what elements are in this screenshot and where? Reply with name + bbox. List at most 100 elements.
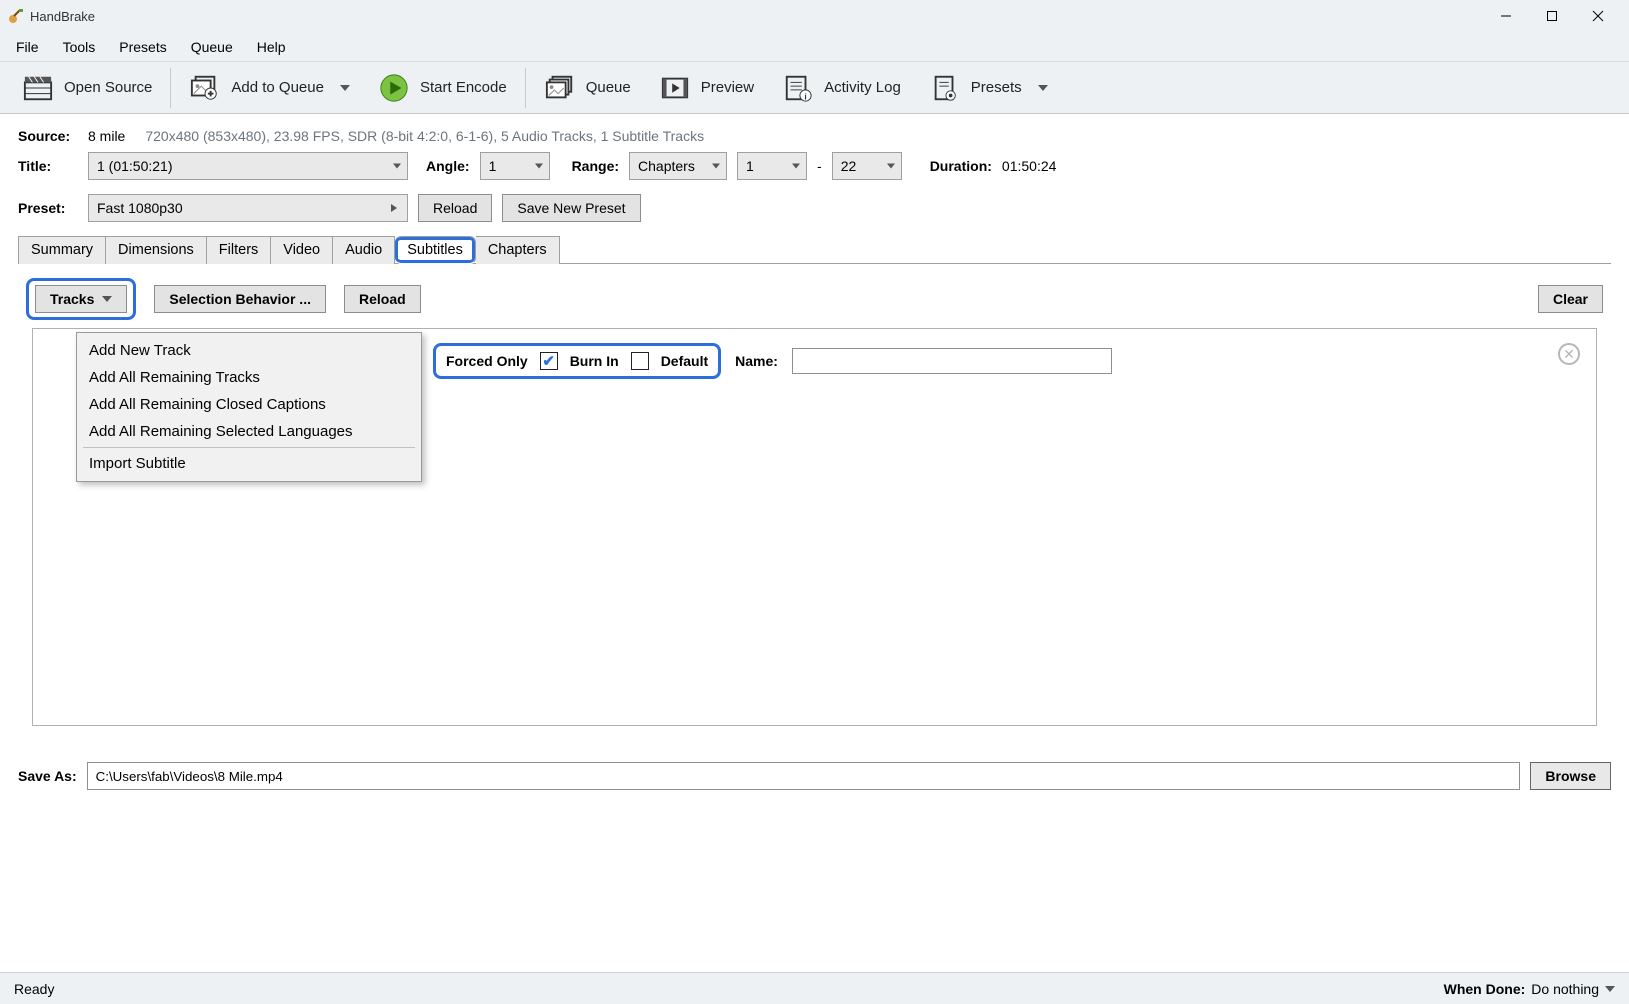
preset-value: Fast 1080p30 [97,200,183,216]
menu-separator [83,447,415,448]
reload-preset-button[interactable]: Reload [418,194,492,222]
selection-behavior-button[interactable]: Selection Behavior ... [154,285,326,313]
queue-label: Queue [586,79,631,96]
save-as-row: Save As: Browse [0,752,1629,800]
angle-select[interactable]: 1 [480,152,550,180]
chevron-down-icon [712,164,720,169]
activity-log-button[interactable]: i Activity Log [768,65,915,111]
source-name: 8 mile [88,128,125,144]
minimize-button[interactable] [1483,0,1529,32]
menu-queue[interactable]: Queue [179,35,245,59]
presets-button[interactable]: Presets [915,65,1062,111]
range-type-select[interactable]: Chapters [629,152,727,180]
close-button[interactable] [1575,0,1621,32]
start-encode-button[interactable]: Start Encode [364,65,521,111]
save-as-input[interactable] [87,762,1521,790]
preset-row: Preset: Fast 1080p30 Reload Save New Pre… [18,194,1611,222]
title-row: Title: 1 (01:50:21) Angle: 1 Range: Chap… [18,152,1611,180]
svg-text:i: i [804,91,806,101]
remove-track-button[interactable]: ✕ [1558,343,1580,365]
add-to-queue-label: Add to Queue [231,79,324,96]
tab-audio[interactable]: Audio [333,236,395,264]
range-type-value: Chapters [638,158,695,174]
status-text: Ready [14,981,54,997]
menu-help[interactable]: Help [245,35,298,59]
preview-button[interactable]: Preview [645,65,768,111]
start-encode-label: Start Encode [420,79,507,96]
reload-tracks-button[interactable]: Reload [344,285,421,313]
menu-add-all-remaining-tracks[interactable]: Add All Remaining Tracks [77,364,421,391]
queue-button[interactable]: Queue [530,65,645,111]
burn-in-checkbox[interactable] [540,352,558,370]
play-icon [378,72,410,104]
toolbar-separator [170,68,171,108]
range-from-value: 1 [746,158,754,174]
menu-add-all-remaining-langs[interactable]: Add All Remaining Selected Languages [77,418,421,445]
menu-add-all-remaining-cc[interactable]: Add All Remaining Closed Captions [77,391,421,418]
tracks-dropdown-menu: Add New Track Add All Remaining Tracks A… [76,332,422,482]
toolbar: Open Source Add to Queue Start Encode Qu… [0,62,1629,114]
menu-add-new-track[interactable]: Add New Track [77,337,421,364]
document-gear-icon [929,72,961,104]
reload-tracks-label: Reload [359,291,406,307]
clear-tracks-label: Clear [1553,291,1588,307]
tab-chapters[interactable]: Chapters [476,236,560,264]
chevron-down-icon [393,164,401,169]
chevron-down-icon [340,85,350,91]
title-value: 1 (01:50:21) [97,158,173,174]
chevron-down-icon [887,164,895,169]
tracks-highlight: Tracks [26,278,136,320]
tab-filters[interactable]: Filters [207,236,271,264]
tab-subtitles[interactable]: Subtitles [395,236,476,264]
presets-label: Presets [971,79,1022,96]
chevron-right-icon [391,204,401,212]
open-source-label: Open Source [64,79,152,96]
range-to-select[interactable]: 22 [832,152,902,180]
range-dash: - [817,158,822,174]
source-row: Source: 8 mile 720x480 (853x480), 23.98 … [18,128,1611,144]
browse-button[interactable]: Browse [1530,762,1611,790]
title-label: Title: [18,158,78,174]
range-from-select[interactable]: 1 [737,152,807,180]
open-source-button[interactable]: Open Source [8,65,166,111]
tracks-label: Tracks [50,291,94,307]
forced-burn-default-highlight: Forced Only Burn In Default [433,343,721,379]
chevron-down-icon [792,164,800,169]
chevron-down-icon [1605,986,1615,992]
tracks-dropdown-button[interactable]: Tracks [35,285,127,313]
tab-summary[interactable]: Summary [18,236,106,264]
pictures-stack-icon [544,72,576,104]
selection-behavior-label: Selection Behavior ... [169,291,311,307]
clear-tracks-button[interactable]: Clear [1538,285,1603,313]
default-checkbox[interactable] [631,352,649,370]
save-new-preset-label: Save New Preset [517,200,625,216]
add-to-queue-button[interactable]: Add to Queue [175,65,364,111]
when-done-value[interactable]: Do nothing [1531,981,1599,997]
tab-dimensions[interactable]: Dimensions [106,236,207,264]
toolbar-separator [525,68,526,108]
title-select[interactable]: 1 (01:50:21) [88,152,408,180]
angle-label: Angle: [426,158,470,174]
browse-label: Browse [1545,768,1596,784]
range-label: Range: [572,158,619,174]
subtitles-toolbar: Tracks Selection Behavior ... Reload Cle… [18,264,1611,328]
preset-label: Preset: [18,200,78,216]
preview-label: Preview [701,79,754,96]
menu-tools[interactable]: Tools [51,35,108,59]
when-done-label: When Done: [1444,981,1526,997]
preset-select[interactable]: Fast 1080p30 [88,194,408,222]
log-info-icon: i [782,72,814,104]
maximize-button[interactable] [1529,0,1575,32]
chevron-down-icon [102,296,112,302]
source-info: 720x480 (853x480), 23.98 FPS, SDR (8-bit… [145,128,704,144]
chevron-down-icon [1038,85,1048,91]
tab-video[interactable]: Video [271,236,333,264]
track-name-input[interactable] [792,348,1112,374]
menu-presets[interactable]: Presets [107,35,178,59]
statusbar: Ready When Done: Do nothing [0,972,1629,1004]
menu-import-subtitle[interactable]: Import Subtitle [77,450,421,477]
tab-bar: Summary Dimensions Filters Video Audio S… [18,236,1611,264]
save-new-preset-button[interactable]: Save New Preset [502,194,640,222]
film-clapper-icon [22,72,54,104]
menu-file[interactable]: File [4,35,51,59]
